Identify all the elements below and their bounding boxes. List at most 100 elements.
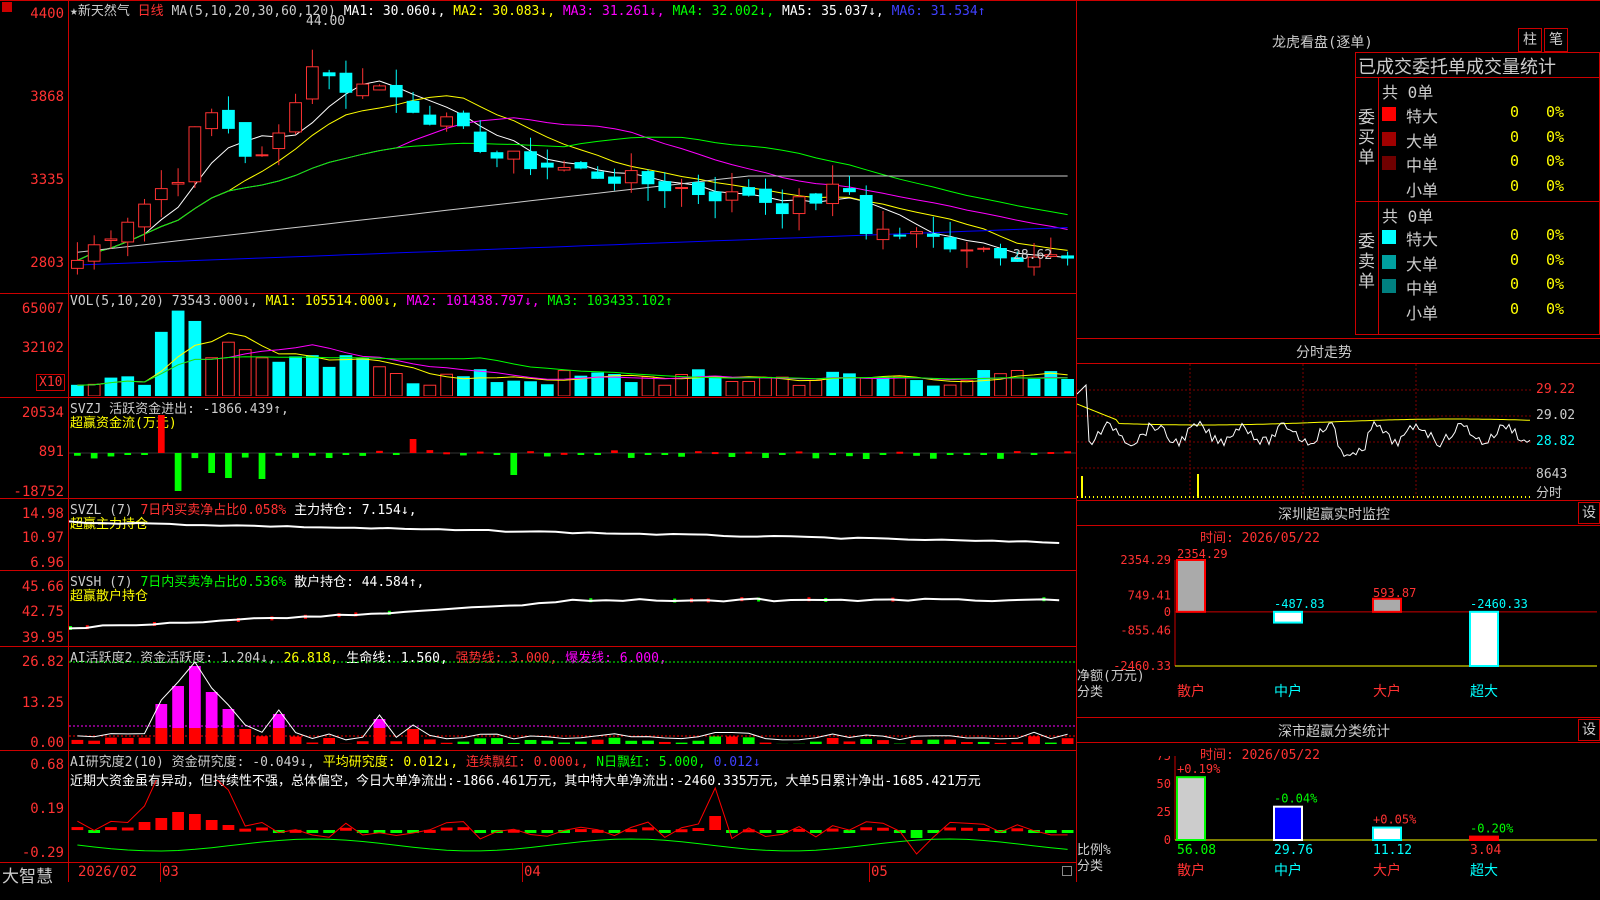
intraday-tick: 29.02	[1536, 408, 1576, 423]
ratio-value-label: 3.04	[1470, 843, 1501, 858]
row-count: 0	[1510, 226, 1520, 244]
divider	[1077, 525, 1600, 526]
volume-tick	[1225, 496, 1226, 498]
y-tick: 39.95	[21, 630, 64, 646]
volume-bar	[692, 369, 705, 396]
sz-monitor-settings-button[interactable]: 设	[1578, 502, 1600, 524]
volume-tick	[1253, 496, 1254, 498]
category-label: 大户	[1373, 683, 1401, 700]
research-bar	[1044, 830, 1057, 833]
fund-flow-bar	[913, 453, 920, 456]
candle-body	[809, 193, 823, 204]
volume-bar	[1027, 378, 1041, 396]
fund-flow-bar	[460, 453, 467, 456]
candle-body	[305, 66, 319, 100]
candle-body	[205, 112, 219, 130]
x-tick: 04	[524, 864, 541, 880]
sz-class-settings-button[interactable]: 设	[1578, 719, 1600, 741]
activity-bar	[524, 739, 537, 744]
intraday-title: 分时走势	[1296, 345, 1352, 361]
volume-bar	[708, 375, 722, 396]
volume-tick	[1133, 496, 1134, 498]
high-price-label: 44.00	[306, 14, 346, 29]
fund-flow-bar	[711, 452, 719, 455]
volume-bar	[255, 357, 269, 396]
fund-flow-bar	[1064, 451, 1071, 454]
y-tick: 75	[1157, 756, 1171, 763]
activity-bar	[961, 742, 973, 744]
x-axis-label: 分类	[1077, 685, 1103, 700]
volume-tick	[1261, 496, 1262, 498]
volume-tick	[1433, 496, 1434, 498]
category-label: 散户	[1177, 862, 1205, 879]
fund-flow-bar	[762, 453, 769, 458]
fund-flow-bar	[1030, 453, 1038, 455]
candle-body	[692, 182, 705, 196]
research-bar	[910, 830, 923, 838]
candle-body	[641, 171, 655, 185]
fund-flow-bar	[157, 415, 165, 453]
candle-body	[926, 233, 940, 237]
x-tick-mark	[522, 862, 523, 882]
tick-mode-button[interactable]: 笔	[1544, 28, 1568, 52]
volume-bar	[222, 341, 235, 396]
ai2-cont: 连续飘红: 0.000↓,	[466, 755, 589, 770]
fund-flow-bar	[241, 453, 249, 458]
dragon-title: 龙虎看盘(逐单)	[1272, 35, 1373, 51]
y-tick: 65007	[21, 301, 64, 317]
volume-tick	[1117, 496, 1118, 498]
ai2-header: AI研究度2(10) 资金研究度: -0.049↓, 平均研究度: 0.012↓…	[70, 751, 761, 770]
volume-tick	[1285, 496, 1286, 498]
volume-tick	[1193, 496, 1194, 498]
svzl-chart	[69, 520, 1060, 544]
fund-flow-bar	[997, 453, 1004, 459]
vol-value: 73543.000↓,	[171, 294, 258, 309]
volume-tick	[1313, 496, 1314, 498]
volume-tick	[1365, 496, 1366, 498]
volume-tick	[1529, 496, 1530, 498]
ratio-bar	[1372, 826, 1402, 842]
row-count: 0	[1510, 176, 1520, 195]
row-pct: 0%	[1546, 176, 1565, 195]
candle-body	[675, 187, 688, 190]
activity-bar-base	[172, 728, 184, 744]
volume-tick	[1161, 496, 1162, 498]
volume-tick	[1481, 496, 1482, 498]
bar-mode-button[interactable]: 柱	[1518, 28, 1542, 52]
volume-tick	[1489, 496, 1490, 498]
x-tick: 2026/02	[78, 864, 138, 880]
category-label: 中户	[1274, 862, 1302, 879]
research-bar	[709, 816, 722, 830]
volume-tick	[1361, 496, 1362, 498]
activity-bar	[1061, 738, 1074, 744]
volume-bar	[154, 331, 168, 396]
candle-body	[121, 221, 135, 243]
lock-icon[interactable]	[1062, 866, 1072, 876]
candle-body	[406, 100, 420, 113]
legend-swatch	[1382, 254, 1396, 269]
fund-flow-bar	[560, 452, 568, 455]
volume-tick	[1393, 496, 1394, 498]
volume-bar	[188, 320, 202, 396]
candle-body	[624, 170, 638, 184]
candle-body	[339, 72, 353, 93]
volume-tick	[1185, 496, 1186, 498]
ma-line-5	[77, 175, 1068, 253]
volume-tick	[1357, 496, 1358, 498]
sell-total: 共 0单	[1382, 207, 1434, 226]
fund-flow-bar	[728, 453, 736, 457]
sell-row: 小单 0 0%	[1382, 300, 1597, 323]
volume-bar	[859, 377, 873, 396]
volume-tick	[1157, 496, 1158, 498]
intraday-chart	[1077, 364, 1532, 500]
volume-tick	[1077, 496, 1078, 498]
volume-bar	[473, 369, 487, 396]
sz-class-chart: 75 50 25 0 +0.19% 56.08 散户 -0.04% 29.76 中户 +0.05% 1…	[1077, 756, 1597, 879]
row-pct: 0%	[1546, 275, 1565, 293]
research-bar	[155, 818, 168, 830]
activity-bar	[994, 742, 1007, 744]
buy-row: 中单 0 0%	[1382, 152, 1597, 175]
fund-flow-bar	[124, 453, 132, 455]
volume-bar	[389, 373, 403, 396]
intraday-tick: 分时	[1536, 486, 1563, 501]
